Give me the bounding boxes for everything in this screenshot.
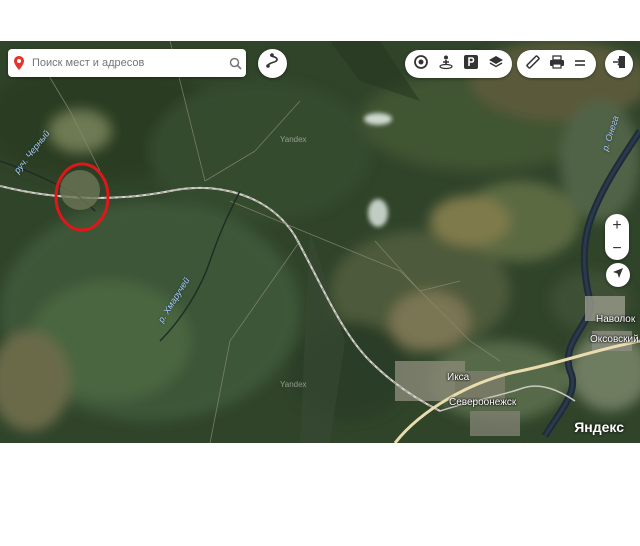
town-label-iksa[interactable]: Икса [447,372,469,383]
search-input[interactable] [30,56,224,70]
zoom-controls: + − [605,214,629,260]
route-icon [265,53,281,74]
zoom-out-button[interactable]: − [612,240,621,257]
town-label-navolok[interactable]: Наволок [596,314,635,325]
town-label-severoonezhsk[interactable]: Североонежск [449,397,516,408]
login-icon [612,55,626,74]
search-box[interactable] [8,49,246,77]
parking-icon [463,54,478,74]
geolocation-button[interactable] [606,263,630,287]
menu-button[interactable] [568,52,592,76]
yandex-watermark: Yandex [280,380,307,389]
layers-icon [488,54,504,75]
yandex-logo[interactable]: Яндекс [574,419,624,435]
menu-icon [573,55,587,73]
panorama-icon [438,54,454,75]
traffic-icon [413,54,429,75]
panorama-button[interactable] [434,52,458,76]
red-map-pin-icon [8,56,30,70]
print-button[interactable] [545,52,569,76]
zoom-in-button[interactable]: + [612,217,621,234]
parking-button[interactable] [459,52,483,76]
layers-button[interactable] [484,52,508,76]
tools-toolbar [517,50,596,78]
geolocation-arrow-icon [612,266,624,284]
ruler-icon [525,54,541,75]
magnifier-icon[interactable] [224,57,246,70]
yandex-watermark: Yandex [280,135,307,144]
route-button[interactable] [258,49,287,78]
print-icon [549,54,565,75]
map-area[interactable]: руч. Черный р. Хмаручей р. Онега Наволок… [0,41,640,443]
traffic-button[interactable] [409,52,433,76]
town-label-oksovskii[interactable]: Оксовский [590,334,639,345]
satellite-imagery [0,41,640,443]
layers-toolbar [405,50,512,78]
ruler-button[interactable] [521,52,545,76]
login-button[interactable] [605,50,633,78]
